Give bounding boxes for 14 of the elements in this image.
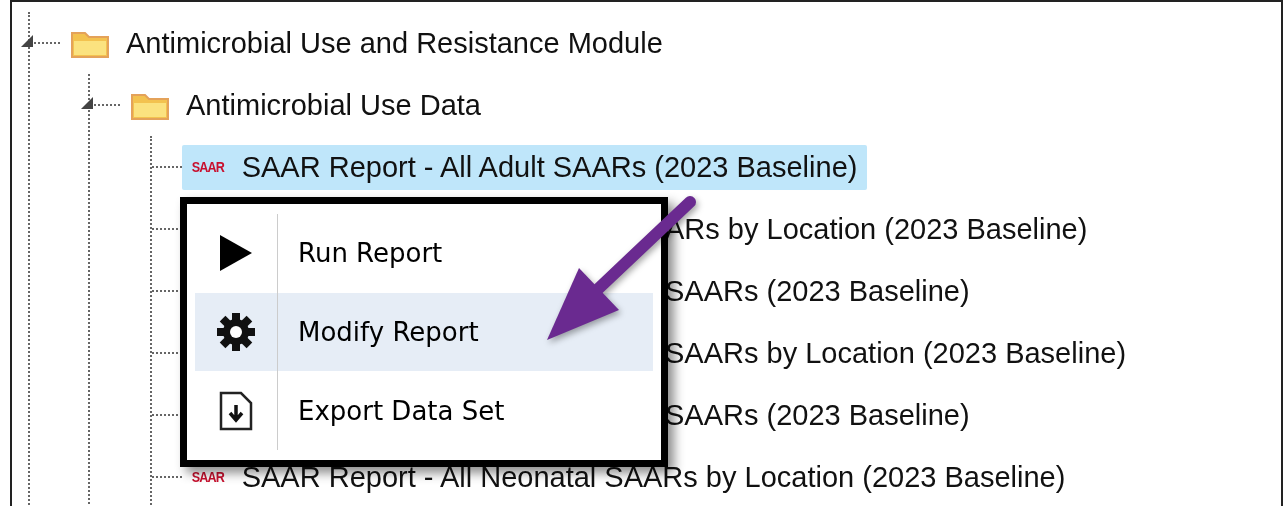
report-item[interactable]: SAARs by Location (2023 Baseline): [665, 332, 1127, 374]
folder-label[interactable]: Antimicrobial Use and Resistance Module: [126, 22, 663, 64]
folder-label[interactable]: Antimicrobial Use Data: [186, 84, 481, 126]
expand-triangle-icon[interactable]: [81, 97, 93, 109]
report-item[interactable]: SAAR SAAR Report - All Adult SAARs (2023 Baseline): [182, 144, 868, 190]
download-file-icon: [219, 390, 253, 431]
play-icon: [218, 233, 254, 274]
menu-item[interactable]: Export Data Set: [195, 371, 653, 450]
menu-item[interactable]: Run Report: [195, 214, 653, 293]
settings-icon: [216, 312, 256, 352]
menu-item[interactable]: Modify Report: [195, 292, 653, 372]
report-item[interactable]: SAARs (2023 Baseline): [665, 270, 970, 312]
report-item[interactable]: SAARs (2023 Baseline): [665, 394, 970, 436]
expand-triangle-icon[interactable]: [21, 35, 33, 47]
